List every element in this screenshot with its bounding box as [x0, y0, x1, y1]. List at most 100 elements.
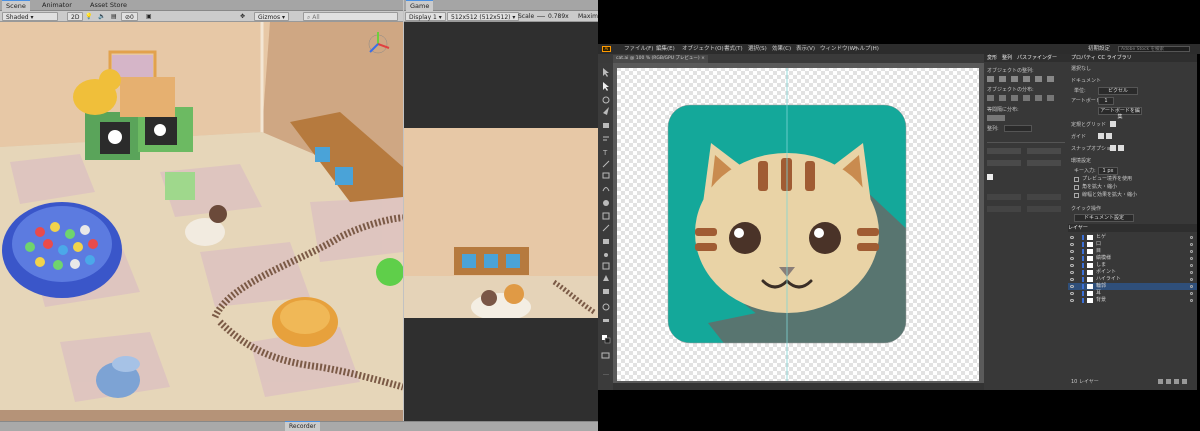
scale-strokes-checkbox[interactable] — [987, 174, 993, 180]
new-sublayer-icon[interactable] — [1166, 379, 1171, 384]
target-icon[interactable] — [1190, 264, 1193, 267]
tab-recorder[interactable]: Recorder — [285, 421, 320, 431]
eye-icon[interactable] — [1070, 264, 1074, 267]
edit-artboard-button[interactable]: アートボードを編集 — [1098, 107, 1142, 120]
scene-search-input[interactable]: ⌕ All — [303, 12, 398, 21]
tab-asset-store[interactable]: Asset Store — [86, 0, 131, 11]
scale-slider[interactable] — [537, 16, 545, 17]
transform-w-field[interactable] — [987, 160, 1021, 166]
stock-search-input[interactable]: Adobe Stock を検索 — [1118, 46, 1190, 52]
target-icon[interactable] — [1190, 299, 1193, 302]
snap-pixel-icon[interactable] — [1118, 145, 1124, 151]
camera-icon[interactable]: ▣ — [146, 12, 152, 21]
distribute-top-icon[interactable] — [987, 95, 994, 101]
tab-transform[interactable]: 変形 — [987, 54, 997, 62]
layer-row[interactable]: 口 — [1068, 241, 1197, 248]
eye-icon[interactable] — [1070, 271, 1074, 274]
delete-layer-icon[interactable] — [1182, 379, 1187, 384]
artboard-canvas[interactable] — [613, 63, 984, 390]
workspace-switcher[interactable]: 初期設定 — [1088, 44, 1110, 54]
menu-file[interactable]: ファイル(F) — [624, 44, 653, 54]
ai-app-icon[interactable]: Ai — [602, 46, 611, 52]
target-icon[interactable] — [1190, 285, 1193, 288]
layer-row[interactable]: ヒゲ — [1068, 234, 1197, 241]
tab-animator[interactable]: Animator — [38, 0, 76, 11]
transform-h-field[interactable] — [1027, 160, 1061, 166]
layer-row[interactable]: 耳 — [1068, 290, 1197, 297]
clipping-mask-icon[interactable] — [1174, 379, 1179, 384]
align-bottom-icon[interactable] — [1047, 76, 1054, 82]
eye-icon[interactable] — [1070, 278, 1074, 281]
menu-help[interactable]: ヘルプ(H) — [854, 44, 879, 54]
gizmos-dropdown[interactable]: Gizmos ▾ — [254, 12, 290, 21]
menu-effect[interactable]: 効果(C) — [772, 44, 791, 54]
shading-dropdown[interactable]: Shaded ▾ — [2, 12, 58, 21]
tab-properties[interactable]: プロパティ — [1071, 54, 1096, 62]
eye-icon[interactable] — [1070, 257, 1074, 260]
layer-row[interactable]: 背景 — [1068, 297, 1197, 304]
transform-y-field[interactable] — [1027, 148, 1061, 154]
game-view[interactable] — [404, 22, 598, 421]
keyboard-increment-input[interactable]: 1 px — [1098, 167, 1118, 175]
eye-icon[interactable] — [1070, 285, 1074, 288]
layer-row[interactable]: しま — [1068, 262, 1197, 269]
preview-bounds-checkbox[interactable] — [1074, 177, 1079, 182]
document-tab[interactable]: cat.ai @ 100 % (RGB/GPU プレビュー) × — [613, 55, 708, 63]
align-vcenter-icon[interactable] — [1035, 76, 1042, 82]
align-right-icon[interactable] — [1011, 76, 1018, 82]
tools-icon[interactable]: ✥ — [240, 12, 245, 21]
snap-point-icon[interactable] — [1110, 145, 1116, 151]
toggle-2d-button[interactable]: 2D — [67, 12, 84, 21]
layer-row[interactable]: 目 — [1068, 248, 1197, 255]
distribute-right-icon[interactable] — [1047, 95, 1054, 101]
align-top-icon[interactable] — [1023, 76, 1030, 82]
target-icon[interactable] — [1190, 292, 1193, 295]
menu-edit[interactable]: 編集(E) — [656, 44, 675, 54]
align-hcenter-icon[interactable] — [999, 76, 1006, 82]
scene-view[interactable] — [0, 22, 403, 421]
distribute-left-icon[interactable] — [1023, 95, 1030, 101]
effects-icon[interactable]: ▤ — [111, 12, 117, 21]
document-setup-button[interactable]: ドキュメント設定 — [1074, 214, 1134, 222]
distribute-spacing-buttons[interactable] — [987, 115, 1005, 121]
eye-icon[interactable] — [1070, 299, 1074, 302]
target-icon[interactable] — [1190, 250, 1193, 253]
new-layer-icon[interactable] — [1158, 379, 1163, 384]
resolution-dropdown[interactable]: 512x512 (512x512) ▾ — [447, 12, 520, 21]
target-icon[interactable] — [1190, 243, 1193, 246]
guides-toggle-icon[interactable] — [1098, 133, 1104, 139]
align-to-dropdown[interactable] — [1004, 125, 1032, 132]
lighting-icon[interactable]: 💡 — [85, 12, 92, 21]
hidden-layers-count[interactable]: ⊘0 — [121, 12, 138, 21]
tab-game[interactable]: Game — [406, 0, 434, 11]
layer-row[interactable]: 縞模様 — [1068, 255, 1197, 262]
units-dropdown[interactable]: ピクセル — [1098, 87, 1138, 95]
tab-align[interactable]: 整列 — [1002, 54, 1012, 62]
eye-icon[interactable] — [1070, 243, 1074, 246]
align-left-icon[interactable] — [987, 76, 994, 82]
guides-lock-icon[interactable] — [1106, 133, 1112, 139]
audio-icon[interactable]: 🔈 — [98, 12, 105, 21]
menu-select[interactable]: 選択(S) — [748, 44, 767, 54]
distribute-bottom-icon[interactable] — [1011, 95, 1018, 101]
artboard-dropdown[interactable]: 1 — [1098, 97, 1114, 105]
display-dropdown[interactable]: Display 1 ▾ — [405, 12, 446, 21]
target-icon[interactable] — [1190, 257, 1193, 260]
distribute-hcenter-icon[interactable] — [1035, 95, 1042, 101]
menu-view[interactable]: 表示(V) — [796, 44, 815, 54]
distribute-vcenter-icon[interactable] — [999, 95, 1006, 101]
layer-row[interactable]: ポイント — [1068, 269, 1197, 276]
eye-icon[interactable] — [1070, 292, 1074, 295]
tab-pathfinder[interactable]: パスファインダー — [1017, 54, 1057, 62]
menu-window[interactable]: ウィンドウ(W) — [820, 44, 857, 54]
menu-object[interactable]: オブジェクト(O) — [682, 44, 724, 54]
target-icon[interactable] — [1190, 271, 1193, 274]
maximize-on-play-button[interactable]: Maxim — [578, 12, 598, 21]
target-icon[interactable] — [1190, 278, 1193, 281]
eye-icon[interactable] — [1070, 250, 1074, 253]
tab-cc-libraries[interactable]: CC ライブラリ — [1098, 54, 1132, 62]
menu-type[interactable]: 書式(T) — [724, 44, 743, 54]
eye-icon[interactable] — [1070, 236, 1074, 239]
layer-row-selected[interactable]: 輪郭 — [1068, 283, 1197, 290]
scale-strokes-effects-checkbox[interactable] — [1074, 193, 1079, 198]
